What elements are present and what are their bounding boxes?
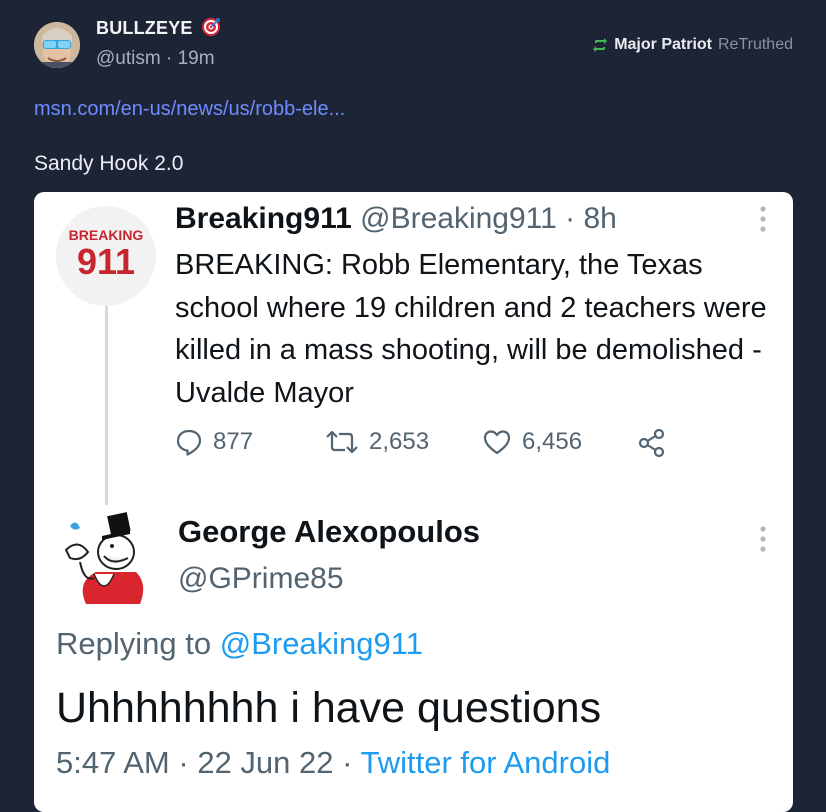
tweet1-separator: ·: [565, 202, 576, 235]
tweet1-header: Breaking911 @Breaking911 · 8h: [175, 202, 617, 236]
author-name-text: BULLZEYE: [96, 18, 193, 38]
post-link[interactable]: msn.com/en-us/news/us/robb-ele...: [34, 98, 345, 121]
retruth-verb: ReTruthed: [718, 36, 793, 53]
retruth-indicator: Major Patriot ReTruthed: [592, 36, 793, 54]
reply-count: 877: [213, 428, 254, 455]
tweet1-age: 8h: [583, 202, 617, 235]
george-avatar: [56, 512, 152, 606]
thread-connector: [105, 305, 108, 505]
embedded-screenshot[interactable]: BREAKING 911 Breaking911 @Breaking911 · …: [34, 192, 793, 812]
replying-prefix: Replying to: [56, 626, 212, 661]
like-count: 6,456: [522, 428, 583, 455]
retruth-icon: [593, 38, 608, 52]
handle-separator: ·: [165, 48, 173, 69]
heart-icon: [483, 430, 511, 455]
tweet1-body: BREAKING: Robb Elementary, the Texas sch…: [175, 249, 767, 409]
retweet-icon: [326, 430, 358, 454]
retweet-count: 2,653: [369, 428, 430, 455]
author-name[interactable]: BULLZEYE: [96, 18, 220, 39]
tweet1-display-name: Breaking911: [175, 202, 352, 235]
post-age[interactable]: 19m: [178, 48, 215, 69]
tweet2-date: 22 Jun 22: [197, 745, 334, 780]
share-action: [637, 428, 667, 458]
share-icon: [638, 428, 665, 458]
retruth-user[interactable]: Major Patriot: [614, 36, 712, 54]
like-action: 6,456: [482, 428, 582, 456]
meta-separator: ·: [342, 745, 353, 780]
author-handle[interactable]: @utism: [96, 48, 161, 69]
meta-separator: ·: [178, 745, 189, 780]
replying-to-line: Replying to @Breaking911: [56, 626, 423, 662]
truth-post: BULLZEYE @utism · 19m Major Patriot ReTr…: [0, 0, 826, 812]
tweet1-handle: @Breaking911: [360, 202, 557, 235]
tweet2-source: Twitter for Android: [360, 745, 611, 780]
author-avatar[interactable]: [34, 22, 80, 68]
tweet2-body: Uhhhhhhhh i have questions: [56, 684, 602, 732]
replying-mention: @Breaking911: [219, 626, 423, 661]
svg-text:911: 911: [77, 241, 135, 282]
post-text: Sandy Hook 2.0: [34, 152, 184, 175]
target-icon: [201, 18, 220, 36]
more-options-icon: [760, 206, 766, 232]
more-options-icon: [760, 526, 766, 552]
reply-icon: [176, 429, 202, 456]
reply-action: 877: [175, 428, 253, 456]
author-handle-line: @utism · 19m: [96, 48, 215, 70]
retweet-action: 2,653: [325, 428, 429, 456]
tweet2-display-name: George Alexopoulos: [178, 514, 481, 549]
breaking911-logo: BREAKING 911: [56, 206, 156, 306]
tweet2-meta: 5:47 AM · 22 Jun 22 · Twitter for Androi…: [56, 745, 610, 781]
tweet2-handle: @GPrime85: [178, 562, 344, 595]
tweet2-time: 5:47 AM: [56, 745, 170, 780]
